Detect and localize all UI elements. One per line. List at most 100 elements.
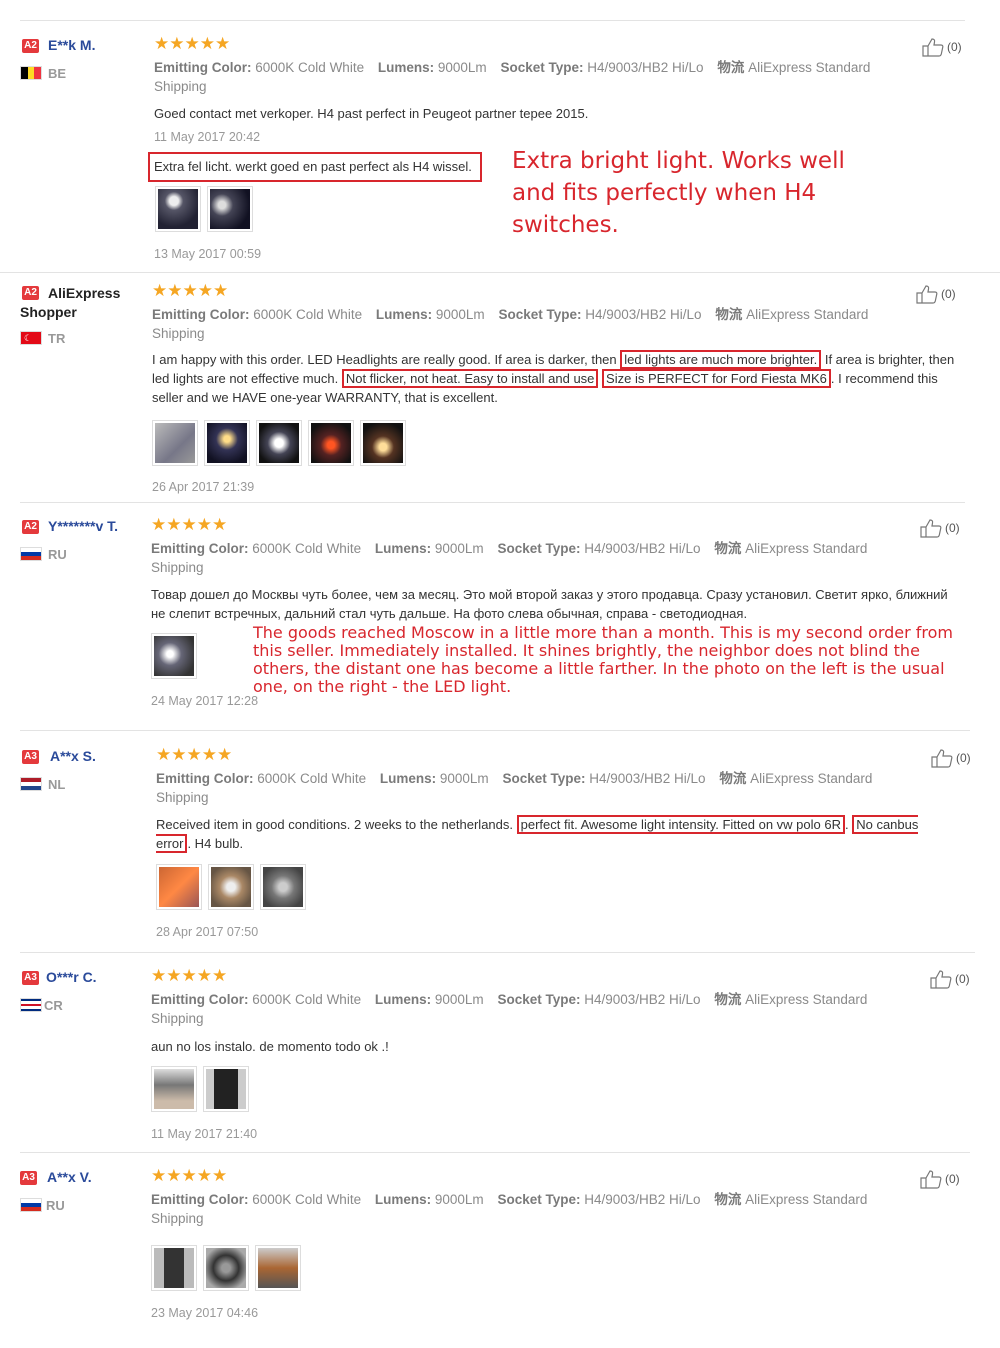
buyer-level-badge: A2	[22, 39, 39, 53]
attr-label: Emitting Color:	[151, 541, 249, 556]
attr-value: AliExpress Standard	[748, 60, 871, 75]
attr-value: 9000Lm	[434, 1192, 484, 1207]
review-photo[interactable]	[203, 1245, 249, 1291]
helpful-button[interactable]: (0)	[919, 518, 960, 538]
review-photo[interactable]	[208, 864, 254, 910]
country-flag-icon	[20, 777, 42, 791]
product-attributes: Emitting Color: 6000K Cold White Lumens:…	[151, 539, 921, 577]
attr-label: Emitting Color:	[151, 992, 249, 1007]
review-divider	[20, 952, 975, 953]
product-attributes: Emitting Color: 6000K Cold White Lumens:…	[154, 58, 924, 96]
attr-label: Lumens:	[377, 60, 435, 75]
review-photo[interactable]	[207, 186, 253, 232]
helpful-button[interactable]: (0)	[921, 37, 962, 57]
star-rating: ★★★★★	[154, 34, 231, 53]
review-date: 28 Apr 2017 07:50	[156, 925, 259, 939]
country-code: BE	[48, 66, 67, 81]
review-text: Goed contact met verkoper. H4 past perfe…	[154, 106, 589, 121]
buyer-name: AliExpress Shopper	[20, 285, 121, 320]
attr-value: H4/9003/HB2 Hi/Lo	[584, 992, 701, 1007]
product-attributes: Emitting Color: 6000K Cold White Lumens:…	[152, 305, 922, 343]
buyer-name: A**x S.	[50, 748, 96, 764]
product-attributes: Emitting Color: 6000K Cold White Lumens:…	[156, 769, 926, 807]
review-photo[interactable]	[156, 864, 202, 910]
country-flag-icon	[20, 66, 42, 80]
attr-value: 6000K Cold White	[252, 992, 362, 1007]
buyer-name: Y*******v T.	[48, 518, 119, 534]
buyer-name: A**x V.	[47, 1169, 92, 1185]
country-code: CR	[44, 998, 63, 1013]
attr-label: Emitting Color:	[151, 1192, 249, 1207]
attr-value: AliExpress Standard	[746, 307, 869, 322]
country-code: RU	[46, 1198, 65, 1213]
review-divider	[0, 272, 1000, 273]
attr-value: AliExpress Standard	[745, 1192, 868, 1207]
buyer-level-badge: A3	[22, 750, 39, 764]
buyer-level-badge: A2	[22, 520, 39, 534]
star-rating: ★★★★★	[151, 966, 228, 985]
attr-label: Socket Type:	[497, 541, 581, 556]
review-date: 24 May 2017 12:28	[151, 694, 259, 708]
attr-value: Shipping	[151, 560, 204, 575]
helpful-count: (0)	[945, 521, 960, 535]
thumbs-up-icon	[922, 38, 944, 57]
helpful-button[interactable]: (0)	[929, 969, 970, 989]
review-date: 11 May 2017 21:40	[151, 1127, 258, 1141]
country-flag-icon	[20, 547, 42, 561]
attr-value: AliExpress Standard	[745, 541, 868, 556]
attr-label: 物流	[717, 60, 745, 75]
review-date: 26 Apr 2017 21:39	[152, 480, 255, 494]
attr-label: Socket Type:	[497, 1192, 581, 1207]
attr-value: 6000K Cold White	[252, 1192, 362, 1207]
attr-label: Emitting Color:	[154, 60, 252, 75]
thumbs-up-icon	[920, 1170, 942, 1189]
review-photo[interactable]	[308, 420, 354, 466]
translation-note: Extra bright light. Works well and fits …	[512, 148, 845, 238]
buyer-level-badge: A3	[22, 971, 39, 985]
attr-label: Lumens:	[374, 992, 432, 1007]
review-photo[interactable]	[151, 1245, 197, 1291]
review-date: 13 May 2017 00:59	[154, 247, 262, 261]
review-photo[interactable]	[151, 633, 197, 679]
country-flag-icon	[20, 998, 42, 1012]
buyer-level-badge: A3	[20, 1171, 37, 1185]
review-photo[interactable]	[256, 420, 302, 466]
review-date: 11 May 2017 20:42	[154, 130, 261, 144]
helpful-button[interactable]: (0)	[919, 1169, 960, 1189]
highlighted-phrase: perfect fit. Awesome light intensity. Fi…	[516, 815, 845, 834]
review-photo[interactable]	[360, 420, 406, 466]
review-photo[interactable]	[260, 864, 306, 910]
attr-label: Lumens:	[374, 541, 432, 556]
highlighted-followup: Extra fel licht. werkt goed en past perf…	[148, 152, 482, 182]
review-photo[interactable]	[255, 1245, 301, 1291]
country-flag-icon	[20, 1198, 42, 1212]
attr-label: 物流	[715, 307, 743, 322]
attr-value: 9000Lm	[434, 992, 484, 1007]
thumbs-up-icon	[916, 285, 938, 304]
helpful-button[interactable]: (0)	[915, 284, 956, 304]
buyer-name: E**k M.	[48, 37, 96, 53]
review-text: Received item in good conditions. 2 week…	[156, 815, 956, 853]
review-photo[interactable]	[204, 420, 250, 466]
attr-value: Shipping	[154, 79, 207, 94]
attr-value: 9000Lm	[439, 771, 489, 786]
attr-value: AliExpress Standard	[745, 992, 868, 1007]
attr-value: 6000K Cold White	[255, 60, 365, 75]
attr-value: Shipping	[156, 790, 209, 805]
review-divider	[20, 20, 965, 21]
product-attributes: Emitting Color: 6000K Cold White Lumens:…	[151, 990, 921, 1028]
review-text-part: . H4 bulb.	[187, 836, 244, 851]
review-photo[interactable]	[155, 186, 201, 232]
review-photos	[155, 186, 259, 232]
review-photo[interactable]	[203, 1066, 249, 1112]
attr-value: Shipping	[151, 1211, 204, 1226]
star-rating: ★★★★★	[151, 1166, 228, 1185]
review-photos	[151, 633, 203, 679]
highlighted-phrase: Size is PERFECT for Ford Fiesta MK6	[602, 369, 831, 388]
attr-value: 9000Lm	[437, 60, 487, 75]
buyer-name: O***r C.	[46, 969, 97, 985]
review-photo[interactable]	[151, 1066, 197, 1112]
helpful-button[interactable]: (0)	[930, 748, 971, 768]
review-photo[interactable]	[152, 420, 198, 466]
thumbs-up-icon	[931, 749, 953, 768]
